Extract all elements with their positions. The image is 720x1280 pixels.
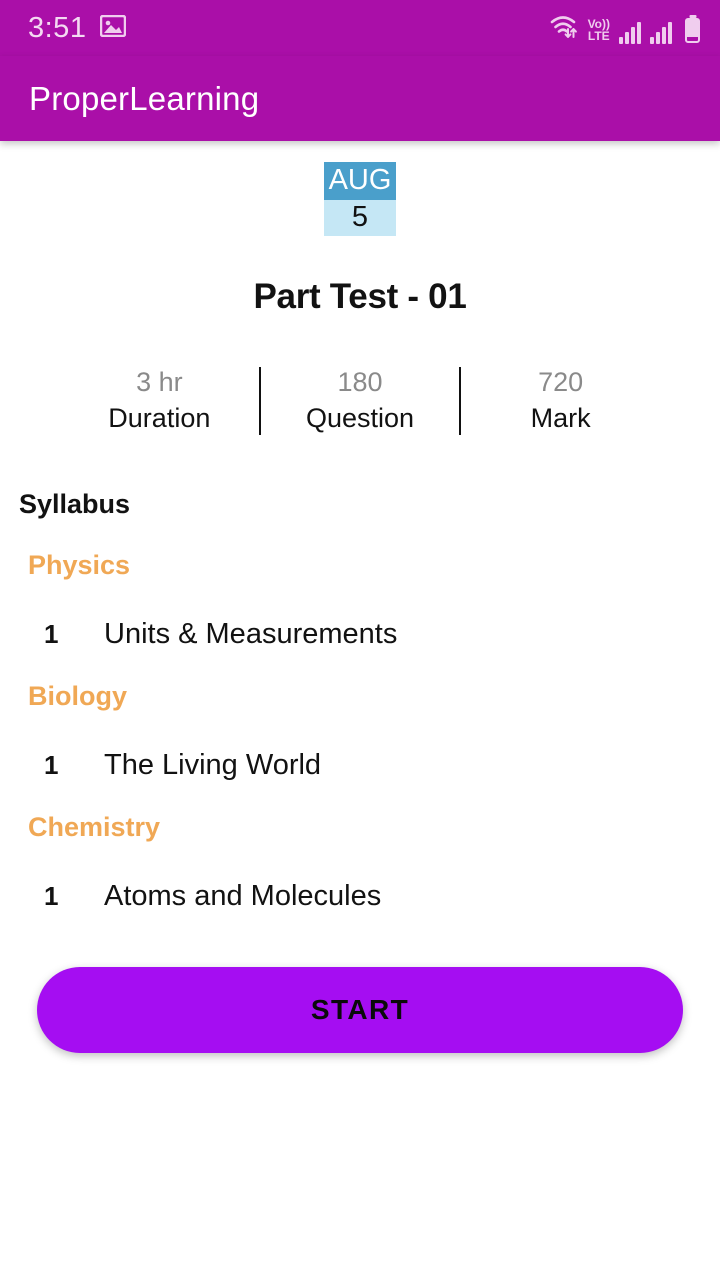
topic-name: Units & Measurements (104, 618, 398, 650)
topic-number: 1 (44, 881, 59, 911)
start-button[interactable]: START (37, 967, 683, 1053)
app-bar: ProperLearning (0, 56, 720, 141)
syllabus-heading: Syllabus (19, 489, 131, 519)
app-title: ProperLearning (29, 79, 260, 117)
topic-row[interactable]: 1 The Living World (28, 749, 720, 782)
status-time: 3:51 (28, 11, 87, 44)
stat-duration: 3 hr Duration (60, 365, 259, 437)
signal-bars-icon-2 (650, 21, 672, 44)
exam-title: Part Test - 01 (253, 277, 467, 316)
exam-date-badge: AUG 5 (324, 162, 396, 236)
topic-number: 1 (44, 619, 59, 649)
status-bar-left: 3:51 (28, 11, 127, 45)
exam-date-month: AUG (324, 162, 396, 200)
signal-bars-icon-1 (619, 21, 641, 44)
topic-row[interactable]: 1 Units & Measurements (28, 618, 720, 651)
battery-icon (685, 17, 700, 43)
topic-name: Atoms and Molecules (104, 880, 382, 912)
subject-section-chemistry: Chemistry 1 Atoms and Molecules (0, 812, 720, 913)
stat-question-label: Question (305, 403, 415, 433)
stat-duration-label: Duration (108, 403, 211, 433)
start-button-container: START (0, 967, 720, 1053)
volte-label-bottom: LTE (587, 28, 610, 43)
subject-section-physics: Physics 1 Units & Measurements (0, 550, 720, 651)
status-bar-right: Vo)) LTE (549, 13, 700, 44)
topic-name: The Living World (104, 749, 322, 781)
stat-question: 180 Question (261, 365, 460, 437)
stat-duration-value: 3 hr (136, 367, 183, 397)
subject-section-biology: Biology 1 The Living World (0, 681, 720, 782)
topic-row[interactable]: 1 Atoms and Molecules (28, 880, 720, 913)
exam-stats: 3 hr Duration 180 Question 720 Mark (0, 365, 720, 437)
stat-mark-label: Mark (530, 403, 591, 433)
wifi-data-icon (549, 13, 579, 44)
volte-label-top: Vo)) (587, 16, 610, 31)
subject-name: Physics (28, 550, 131, 580)
subject-name: Chemistry (28, 812, 161, 842)
app-screen: 3:51 Vo)) LTE ProperLearning AUG 5 Part … (0, 0, 720, 1280)
stat-mark-value: 720 (538, 367, 584, 397)
topic-number: 1 (44, 750, 59, 780)
stat-question-value: 180 (337, 367, 383, 397)
photo-icon (100, 14, 127, 42)
status-bar: 3:51 Vo)) LTE (0, 0, 720, 56)
main-content: AUG 5 Part Test - 01 3 hr Duration 180 Q… (0, 141, 720, 1053)
volte-icon: Vo)) LTE (588, 18, 610, 42)
exam-date-day: 5 (324, 200, 396, 236)
subject-name: Biology (28, 681, 127, 711)
stat-mark: 720 Mark (461, 365, 660, 437)
